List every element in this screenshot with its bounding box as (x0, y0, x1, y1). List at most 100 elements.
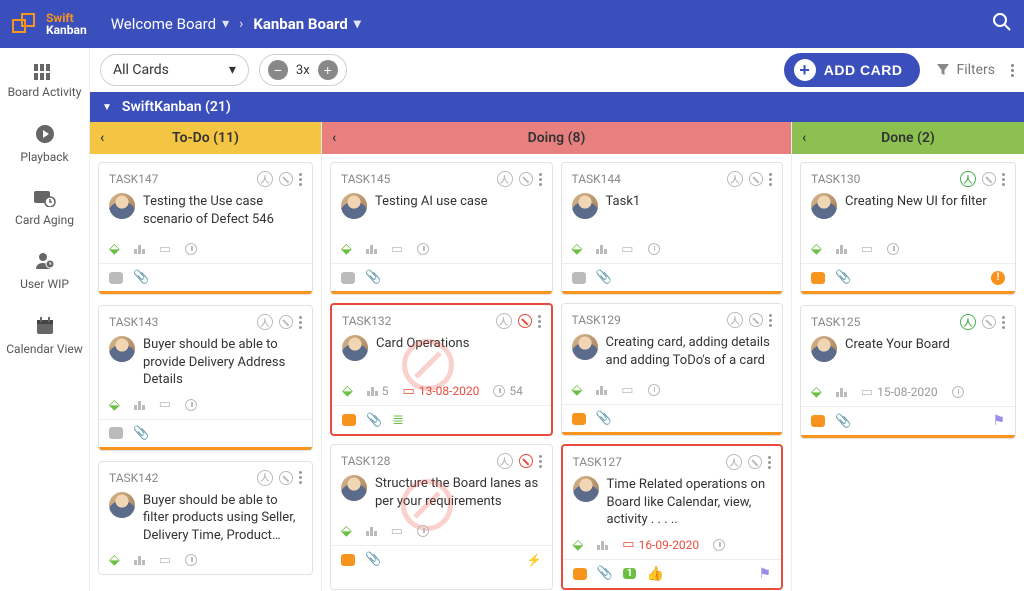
bolt-icon: ⚡ (527, 553, 542, 567)
card[interactable]: TASK144人 Task1 ⬙▭ 📎 (561, 162, 784, 295)
priority-icon: ⬙ (342, 383, 353, 399)
block-icon[interactable] (982, 315, 996, 329)
card-id: TASK132 (342, 314, 391, 328)
block-icon[interactable] (982, 172, 996, 186)
breadcrumb-current[interactable]: Kanban Board ▾ (253, 15, 360, 33)
filters-button[interactable]: Filters (930, 62, 1001, 78)
card[interactable]: TASK128人 Structure the Board lanes as pe… (330, 444, 553, 590)
priority-icon: ⬙ (811, 241, 822, 257)
card-menu-icon[interactable] (299, 173, 302, 186)
breadcrumb-parent[interactable]: Welcome Board ▾ (111, 15, 229, 33)
attachment-icon[interactable]: 📎 (597, 566, 613, 581)
card-blocked[interactable]: TASK132人 Card Operations ⬙5▭13-08-202054… (330, 303, 553, 436)
owner-ring-icon: 人 (257, 470, 273, 486)
comment-icon[interactable] (109, 272, 123, 284)
card[interactable]: TASK125人 Create Your Board ⬙▭15-08-2020 … (800, 305, 1016, 439)
attachment-icon[interactable]: 📎 (365, 270, 381, 285)
card-menu-icon[interactable] (299, 471, 302, 484)
card-menu-icon[interactable] (1002, 316, 1005, 329)
size-icon (366, 526, 377, 536)
card[interactable]: TASK147 人 Testing the Use case scenario … (98, 162, 313, 295)
block-icon[interactable] (279, 172, 293, 186)
calendar-icon: ▭ (621, 242, 633, 257)
card[interactable]: TASK129人 Creating card, adding details a… (561, 303, 784, 436)
card-blocked[interactable]: TASK127人 Time Related operations on Boar… (561, 444, 784, 590)
comment-icon[interactable] (109, 427, 123, 439)
comment-icon[interactable] (341, 554, 355, 566)
block-icon[interactable] (748, 455, 762, 469)
block-icon[interactable] (519, 172, 533, 186)
card-menu-icon[interactable] (769, 314, 772, 327)
attachment-icon[interactable]: 📎 (366, 413, 382, 428)
owner-ring-icon: 人 (257, 314, 273, 330)
card[interactable]: TASK143 人 Buyer should be able to provid… (98, 305, 313, 451)
owner-ring-icon: 人 (726, 454, 742, 470)
comment-icon[interactable] (341, 272, 355, 284)
add-card-button[interactable]: + ADD CARD (784, 53, 921, 87)
column-back-icon[interactable]: ‹ (332, 130, 336, 146)
attachment-icon[interactable]: 📎 (133, 426, 149, 441)
zoom-in-button[interactable]: + (318, 60, 338, 80)
card[interactable]: TASK145人 Testing AI use case ⬙▭ 📎 (330, 162, 553, 295)
card-menu-icon[interactable] (768, 456, 771, 469)
attachment-icon[interactable]: 📎 (596, 411, 612, 426)
column-back-icon[interactable]: ‹ (100, 130, 104, 146)
block-icon[interactable] (279, 471, 293, 485)
nav-board-activity[interactable]: Board Activity (0, 60, 89, 104)
column-title: To-Do (11) (172, 130, 239, 146)
nav-label: Playback (20, 151, 68, 165)
avatar (342, 335, 368, 361)
column-header-done: ‹ Done (2) (792, 122, 1024, 154)
app-logo[interactable]: Swift Kanban (12, 12, 87, 36)
comment-icon[interactable] (573, 568, 587, 580)
attachment-icon[interactable]: 📎 (596, 270, 612, 285)
nav-card-aging[interactable]: Card Aging (0, 185, 89, 232)
nav-user-wip[interactable]: User WIP (0, 247, 89, 296)
nav-calendar-view[interactable]: Calendar View (0, 312, 89, 361)
search-icon[interactable] (992, 12, 1012, 37)
flag-icon[interactable]: ⚑ (992, 413, 1005, 429)
attachment-icon[interactable]: 📎 (365, 552, 381, 567)
block-icon[interactable] (519, 454, 533, 468)
attachment-icon[interactable]: 📎 (835, 270, 851, 285)
calendar-icon: ▭ (621, 383, 633, 398)
breadcrumb: Welcome Board ▾ › Kanban Board ▾ (111, 15, 361, 33)
card-title: Creating New UI for filter (845, 193, 1005, 233)
flag-icon[interactable]: ⚑ (758, 566, 771, 582)
block-icon[interactable] (749, 313, 763, 327)
nav-playback[interactable]: Playback (0, 120, 89, 169)
comment-icon[interactable] (572, 272, 586, 284)
card[interactable]: TASK142 人 Buyer should be able to filter… (98, 461, 313, 576)
owner-ring-icon: 人 (497, 171, 513, 187)
comment-icon[interactable] (811, 272, 825, 284)
thumb-up-icon[interactable]: 👍 (646, 566, 663, 582)
checklist-icon[interactable]: ≣ (392, 412, 404, 428)
card-menu-icon[interactable] (299, 316, 302, 329)
priority-icon: ⬙ (572, 241, 583, 257)
attachment-icon[interactable]: 📎 (835, 414, 851, 429)
comment-icon[interactable] (342, 414, 356, 426)
card-menu-icon[interactable] (1002, 173, 1005, 186)
card-menu-icon[interactable] (538, 315, 541, 328)
card-filter-dropdown[interactable]: All Cards ▾ (100, 54, 249, 86)
card-menu-icon[interactable] (539, 173, 542, 186)
block-icon[interactable] (749, 172, 763, 186)
card-title: Testing the Use case scenario of Defect … (143, 193, 302, 233)
board-columns: ‹ To-Do (11) TASK147 人 (90, 122, 1024, 591)
block-icon[interactable] (518, 314, 532, 328)
attachment-icon[interactable]: 📎 (133, 270, 149, 285)
clock-icon (417, 243, 429, 255)
clock-icon (185, 399, 197, 411)
card[interactable]: TASK130人 Creating New UI for filter ⬙▭ 📎… (800, 162, 1016, 295)
column-back-icon[interactable]: ‹ (802, 130, 806, 146)
card-menu-icon[interactable] (539, 455, 542, 468)
clock-icon (185, 554, 197, 566)
comment-icon[interactable] (572, 413, 586, 425)
card-menu-icon[interactable] (769, 173, 772, 186)
comment-icon[interactable] (811, 415, 825, 427)
zoom-out-button[interactable]: − (268, 60, 288, 80)
block-icon[interactable] (279, 315, 293, 329)
more-menu-icon[interactable] (1011, 64, 1014, 77)
swimlane-header[interactable]: ▼ SwiftKanban (21) (90, 92, 1024, 122)
card-count: 5 (382, 384, 389, 398)
